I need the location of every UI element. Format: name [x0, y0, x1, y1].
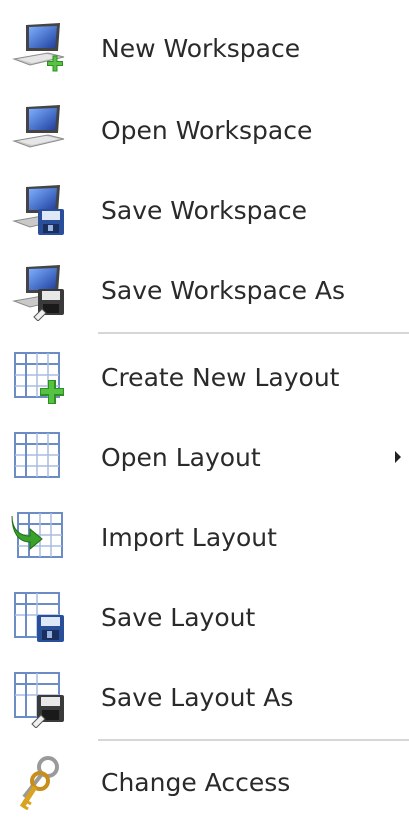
- menu-item-label: Save Layout As: [101, 682, 294, 712]
- menu-item-save-workspace-as[interactable]: Save Workspace As: [0, 251, 409, 329]
- save-layout-icon: [8, 586, 70, 648]
- menu-item-label: Create New Layout: [101, 362, 340, 392]
- submenu-arrow-icon: [395, 451, 401, 463]
- context-menu: New Workspace Open Workspace Save Worksp…: [0, 0, 409, 817]
- menu-item-create-new-layout[interactable]: Create New Layout: [0, 338, 409, 416]
- menu-item-label: Save Workspace As: [101, 275, 346, 305]
- menu-item-save-workspace[interactable]: Save Workspace: [0, 171, 409, 249]
- import-layout-icon: [8, 506, 70, 568]
- menu-separator: [98, 332, 409, 334]
- save-workspace-icon: [8, 179, 70, 241]
- menu-item-label: Save Workspace: [101, 195, 307, 225]
- menu-item-label: Open Workspace: [101, 115, 313, 145]
- menu-item-label: Import Layout: [101, 522, 277, 552]
- open-layout-icon: [8, 426, 70, 488]
- save-layout-as-icon: [8, 666, 70, 728]
- menu-item-label: Save Layout: [101, 602, 256, 632]
- menu-item-label: Change Access: [101, 767, 291, 797]
- open-workspace-icon: [8, 99, 70, 161]
- save-workspace-as-icon: [8, 259, 70, 321]
- menu-item-save-layout-as[interactable]: Save Layout As: [0, 658, 409, 736]
- keys-icon: [8, 751, 70, 813]
- menu-item-import-layout[interactable]: Import Layout: [0, 498, 409, 576]
- menu-item-label: Open Layout: [101, 442, 261, 472]
- create-layout-icon: [8, 346, 70, 408]
- menu-separator: [98, 739, 409, 741]
- menu-item-open-layout[interactable]: Open Layout: [0, 418, 409, 496]
- menu-item-new-workspace[interactable]: New Workspace: [0, 9, 409, 87]
- menu-item-save-layout[interactable]: Save Layout: [0, 578, 409, 656]
- menu-item-label: New Workspace: [101, 33, 301, 63]
- menu-item-change-access[interactable]: Change Access: [0, 743, 409, 821]
- menu-item-open-workspace[interactable]: Open Workspace: [0, 91, 409, 169]
- new-workspace-icon: [8, 17, 70, 79]
